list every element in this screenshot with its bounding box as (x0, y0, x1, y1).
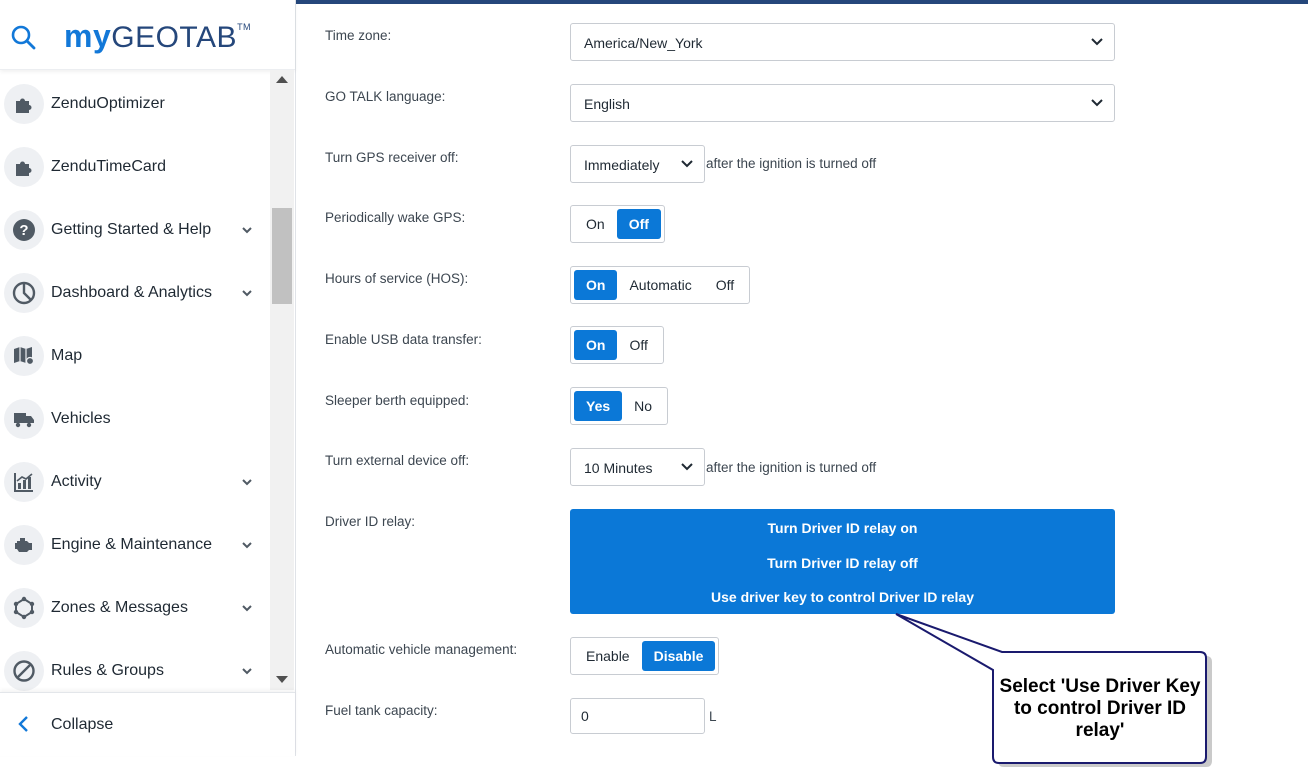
sidebar-item-zenduoptimizer[interactable]: ZenduOptimizer (0, 79, 270, 129)
sidebar-item-label: ZenduOptimizer (51, 95, 165, 112)
sidebar-header: myGEOTABTM (0, 0, 295, 70)
gps-off-value: Immediately (584, 157, 660, 173)
fuel-unit-label: L (709, 709, 717, 724)
scroll-up-arrow-icon[interactable] (276, 76, 288, 83)
sleeper-yes-option[interactable]: Yes (574, 391, 623, 421)
time-zone-label: Time zone: (325, 28, 392, 43)
fuel-capacity-input[interactable] (570, 698, 705, 734)
scroll-thumb[interactable] (272, 208, 292, 304)
svg-text:?: ? (19, 222, 28, 239)
driver-id-relay-options: Turn Driver ID relay on Turn Driver ID r… (570, 509, 1115, 614)
sleeper-label: Sleeper berth equipped: (325, 393, 470, 408)
rules-icon (4, 651, 44, 691)
sidebar-item-label: Vehicles (51, 410, 111, 427)
go-talk-language-select[interactable]: English (570, 84, 1115, 122)
help-icon: ? (4, 210, 44, 250)
sleeper-no-option[interactable]: No (622, 391, 664, 421)
chevron-down-icon (1091, 99, 1103, 107)
relay-off-option[interactable]: Turn Driver ID relay off (570, 555, 1115, 571)
gps-off-select[interactable]: Immediately (570, 145, 705, 183)
chevron-down-icon[interactable] (240, 664, 254, 678)
avm-label: Automatic vehicle management: (325, 642, 518, 657)
go-talk-label: GO TALK language: (325, 89, 446, 104)
wake-gps-toggle: On Off (570, 205, 665, 243)
chevron-down-icon (1091, 38, 1103, 46)
chevron-down-icon (681, 160, 693, 168)
sidebar-item-label: Dashboard & Analytics (51, 284, 212, 301)
avm-enable-option[interactable]: Enable (574, 641, 642, 671)
sidebar-item-label: Rules & Groups (51, 662, 164, 679)
chevron-down-icon[interactable] (240, 601, 254, 615)
sidebar-nav-list: ZenduOptimizer ZenduTimeCard ? Getting S… (0, 73, 270, 691)
sidebar-item-vehicles[interactable]: Vehicles (0, 394, 270, 444)
usb-toggle: On Off (570, 326, 664, 364)
sidebar-item-activity[interactable]: Activity (0, 457, 270, 507)
ext-off-label: Turn external device off: (325, 453, 470, 468)
fuel-capacity-label: Fuel tank capacity: (325, 703, 438, 718)
chevron-down-icon (681, 463, 693, 471)
driver-id-relay-label: Driver ID relay: (325, 514, 416, 529)
sidebar-item-label: Map (51, 347, 83, 364)
gps-off-label: Turn GPS receiver off: (325, 150, 459, 165)
avm-disable-option[interactable]: Disable (641, 641, 716, 671)
avm-toggle: Enable Disable (570, 637, 720, 675)
sidebar-item-zones[interactable]: Zones & Messages (0, 583, 270, 633)
mygeotab-logo[interactable]: myGEOTABTM (64, 18, 251, 55)
ext-off-value: 10 Minutes (584, 460, 653, 476)
wake-gps-label: Periodically wake GPS: (325, 210, 466, 225)
relay-on-option[interactable]: Turn Driver ID relay on (570, 520, 1115, 536)
scroll-down-arrow-icon[interactable] (276, 676, 288, 683)
collapse-label: Collapse (51, 716, 114, 733)
sidebar-scrollbar[interactable] (270, 70, 294, 690)
sidebar-item-label: Zones & Messages (51, 599, 188, 616)
usb-label: Enable USB data transfer: (325, 332, 482, 347)
pie-chart-icon (4, 273, 44, 313)
hos-label: Hours of service (HOS): (325, 271, 469, 286)
callout-text: Select 'Use Driver Key to control Driver… (999, 676, 1201, 741)
sidebar-item-rules[interactable]: Rules & Groups (0, 646, 270, 691)
time-zone-select[interactable]: America/New_York (570, 23, 1115, 61)
chevron-left-icon (18, 716, 28, 732)
go-talk-value: English (584, 96, 630, 112)
chevron-down-icon[interactable] (240, 475, 254, 489)
zones-icon (4, 588, 44, 628)
hos-toggle: On Automatic Off (570, 266, 751, 304)
sidebar-item-zendutimecard[interactable]: ZenduTimeCard (0, 142, 270, 192)
truck-icon (4, 399, 44, 439)
usb-on-option[interactable]: On (574, 330, 618, 360)
search-icon[interactable] (10, 24, 36, 50)
activity-chart-icon (4, 462, 44, 502)
sleeper-toggle: Yes No (570, 387, 669, 425)
sidebar-item-dashboard[interactable]: Dashboard & Analytics (0, 268, 270, 318)
sidebar-item-getting-started[interactable]: ? Getting Started & Help (0, 205, 270, 255)
sidebar-item-engine[interactable]: Engine & Maintenance (0, 520, 270, 570)
gps-off-suffix: after the ignition is turned off (706, 156, 877, 171)
chevron-down-icon[interactable] (240, 286, 254, 300)
puzzle-icon (4, 84, 44, 124)
engine-icon (4, 525, 44, 565)
sidebar-item-map[interactable]: Map (0, 331, 270, 381)
map-icon (4, 336, 44, 376)
hos-off-option[interactable]: Off (704, 270, 746, 300)
external-device-off-select[interactable]: 10 Minutes (570, 448, 705, 486)
sidebar-item-label: Getting Started & Help (51, 221, 212, 238)
ext-off-suffix: after the ignition is turned off (706, 460, 877, 475)
hos-on-option[interactable]: On (574, 270, 618, 300)
sidebar-item-label: Engine & Maintenance (51, 536, 212, 553)
time-zone-value: America/New_York (584, 35, 703, 51)
chevron-down-icon[interactable] (240, 223, 254, 237)
sidebar-item-label: ZenduTimeCard (51, 158, 167, 175)
collapse-button[interactable]: Collapse (0, 692, 295, 756)
hos-automatic-option[interactable]: Automatic (617, 270, 703, 300)
usb-off-option[interactable]: Off (617, 330, 659, 360)
sidebar-item-label: Activity (51, 473, 102, 490)
puzzle-icon (4, 147, 44, 187)
wake-gps-off-option[interactable]: Off (616, 209, 661, 239)
wake-gps-on-option[interactable]: On (574, 209, 617, 239)
chevron-down-icon[interactable] (240, 538, 254, 552)
sidebar: myGEOTABTM ZenduOptimizer ZenduTimeCard … (0, 0, 296, 756)
